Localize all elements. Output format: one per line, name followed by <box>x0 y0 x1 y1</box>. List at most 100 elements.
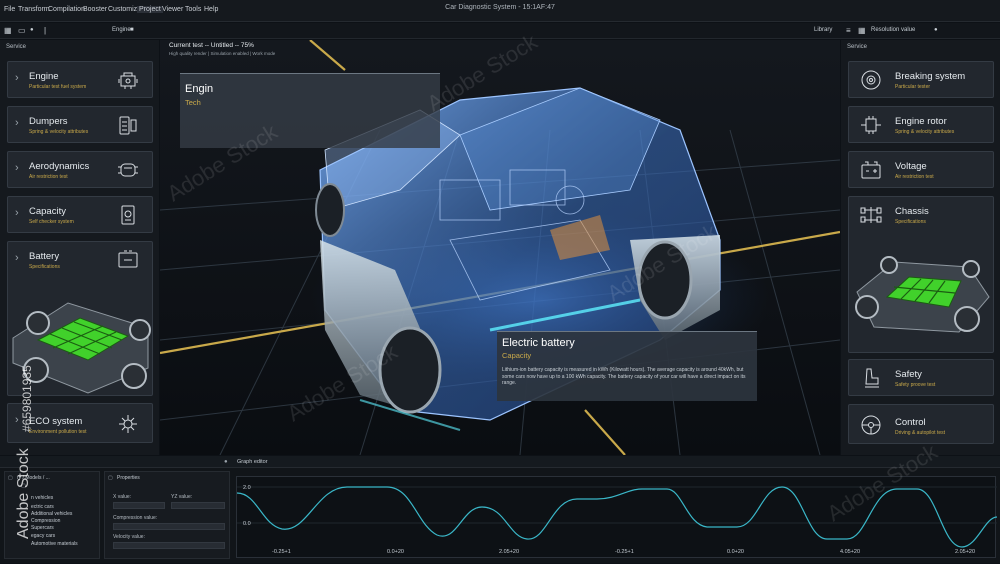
seat-icon <box>865 368 879 388</box>
rotor-icon <box>861 116 881 134</box>
grid-view-icon[interactable]: ▦ <box>858 26 866 35</box>
popup-body: Lithium-ion battery capacity is measured… <box>502 367 746 386</box>
card-control[interactable]: Control Driving & autopilot test <box>848 404 994 444</box>
graph-curve[interactable] <box>236 486 998 548</box>
graph-editor[interactable]: 2.0 0.0 -0.25+1 0.0+20 2.05+20 -0.25+1 0… <box>236 476 998 559</box>
list-view-icon[interactable]: ≡ <box>846 26 851 35</box>
tree-item[interactable]: n vehicles <box>31 495 53 501</box>
card-breaking-system[interactable]: Breaking system Particular tester <box>848 61 994 98</box>
lock-icon[interactable]: ■ <box>130 27 134 33</box>
left-panel-header: Service <box>6 44 27 50</box>
card-title: Battery <box>29 251 60 262</box>
card-subtitle: Self checker system <box>29 219 74 225</box>
car-battery-icon <box>861 161 881 179</box>
card-title: Aerodynamics <box>29 161 90 172</box>
card-title: Control <box>895 417 926 428</box>
properties-header: Properties <box>117 475 140 481</box>
toolbar: ▦ ▭ ● | Engine ■ Library ≡ ▦ Resolution … <box>0 23 1000 39</box>
engine-info-popup[interactable]: Engin Tech <box>180 73 440 148</box>
x-tick-label: 2.05+20 <box>955 549 975 555</box>
resolution-label: Resolution value <box>871 27 916 33</box>
card-chassis-expanded[interactable]: Chassis Specifications <box>848 196 994 353</box>
battery-icon <box>118 250 138 268</box>
folder-icon: ▢ <box>8 475 13 481</box>
battery-info-popup[interactable]: Electric battery Capacity Lithium-ion ba… <box>497 331 757 401</box>
right-service-panel: Service Breaking system Particular teste… <box>841 40 1000 455</box>
compression-label: Compression value: <box>113 515 158 521</box>
card-voltage[interactable]: Voltage Air restriction test <box>848 151 994 188</box>
chevron-right-icon: › <box>15 207 19 219</box>
card-engine[interactable]: › Engine Particular test fuel system <box>7 61 153 98</box>
x-tick-label: -0.25+1 <box>272 549 291 555</box>
grid-icon[interactable]: ▦ <box>4 26 12 35</box>
popup-title: Electric battery <box>502 337 575 349</box>
folder-icon: ▢ <box>108 475 113 481</box>
graph-editor-title: Graph editor <box>237 459 268 465</box>
card-subtitle: Specifications <box>29 264 60 270</box>
popup-title: Engin <box>185 83 214 95</box>
dot-icon[interactable]: ● <box>30 27 34 33</box>
card-safety[interactable]: Safety Safety proove test <box>848 359 994 396</box>
tree-item[interactable]: egacy cars <box>31 533 55 539</box>
library-label[interactable]: Library <box>814 27 832 33</box>
x-tick-label: -0.25+1 <box>615 549 634 555</box>
card-subtitle: Safety proove test <box>895 382 936 388</box>
velocity-field[interactable] <box>113 542 225 549</box>
tree-item[interactable]: Compression <box>31 518 60 524</box>
compression-field[interactable] <box>113 523 225 530</box>
chassis-icon <box>860 207 882 223</box>
velocity-label: Velocity value: <box>113 534 145 540</box>
3d-viewport[interactable]: Current test -- Untitled -- 75% High qua… <box>160 40 840 455</box>
chevron-right-icon: › <box>15 252 19 264</box>
eco-icon <box>119 415 137 433</box>
card-subtitle: Specifications <box>895 219 926 225</box>
separator-icon: | <box>44 26 47 35</box>
graph-canvas[interactable]: 2.0 0.0 -0.25+1 0.0+20 2.05+20 -0.25+1 0… <box>236 477 998 559</box>
watermark-side-id: #659801935 <box>20 365 34 432</box>
tree-item[interactable]: Automotive materials <box>31 541 78 547</box>
card-subtitle: Environment pollution test <box>29 429 87 435</box>
monitor-icon[interactable]: ▭ <box>18 26 26 35</box>
card-capacity[interactable]: › Capacity Self checker system <box>7 196 153 233</box>
tree-item[interactable]: Supercars <box>31 525 54 531</box>
chevron-right-icon: › <box>15 162 19 174</box>
card-subtitle: Spring & velocity attributes <box>29 129 89 135</box>
engine-icon <box>118 72 138 89</box>
card-aerodynamics[interactable]: › Aerodynamics Air restriction test <box>7 151 153 188</box>
card-title: Chassis <box>895 206 929 217</box>
damper-icon <box>119 116 137 135</box>
card-subtitle: Particular tester <box>895 84 931 90</box>
card-subtitle: Driving & autopilot test <box>895 430 946 436</box>
card-title: Engine <box>29 71 59 82</box>
resolution-dot-icon[interactable]: ● <box>934 27 938 33</box>
x-value-label: X value: <box>113 494 132 500</box>
card-dumpers[interactable]: › Dumpers Spring & velocity attributes <box>7 106 153 143</box>
render-status-line: High quality render | Simulation enabled… <box>169 51 276 56</box>
popup-subtitle: Tech <box>185 98 201 107</box>
x-tick-label: 0.0+20 <box>387 549 404 555</box>
card-engine-rotor[interactable]: Engine rotor Spring & velocity attribute… <box>848 106 994 143</box>
app-title: Car Diagnostic System - 15:1AF:47 <box>445 4 555 11</box>
panel-dot-icon[interactable]: ● <box>224 459 228 465</box>
x-tick-label: 4.05+20 <box>840 549 860 555</box>
card-subtitle: Particular test fuel system <box>29 84 87 90</box>
x-value-field[interactable] <box>113 502 165 509</box>
y-label-bottom: 0.0 <box>243 521 251 527</box>
card-subtitle: Air restriction test <box>29 174 68 180</box>
x-tick-label: 0.0+20 <box>727 549 744 555</box>
chevron-right-icon: › <box>15 72 19 84</box>
card-subtitle: Air restriction test <box>895 174 934 180</box>
toolbar-center-label: Engine <box>112 27 131 33</box>
current-test-label: Current test -- Untitled -- 75% <box>169 42 254 49</box>
chevron-right-icon: › <box>15 117 19 129</box>
popup-subtitle: Capacity <box>502 351 532 360</box>
bottom-header-bar: ● Graph editor <box>0 456 1000 468</box>
card-title: Voltage <box>895 161 927 172</box>
card-title: ECO system <box>29 416 83 427</box>
card-title: Dumpers <box>29 116 68 127</box>
tree-item[interactable]: Additional vehicles <box>31 511 72 517</box>
steering-wheel-icon <box>861 415 881 435</box>
tree-item[interactable]: ectric cars <box>31 504 54 510</box>
yz-value-field[interactable] <box>171 502 225 509</box>
properties-panel: ▢ Properties X value: YZ value: Compress… <box>104 471 230 559</box>
